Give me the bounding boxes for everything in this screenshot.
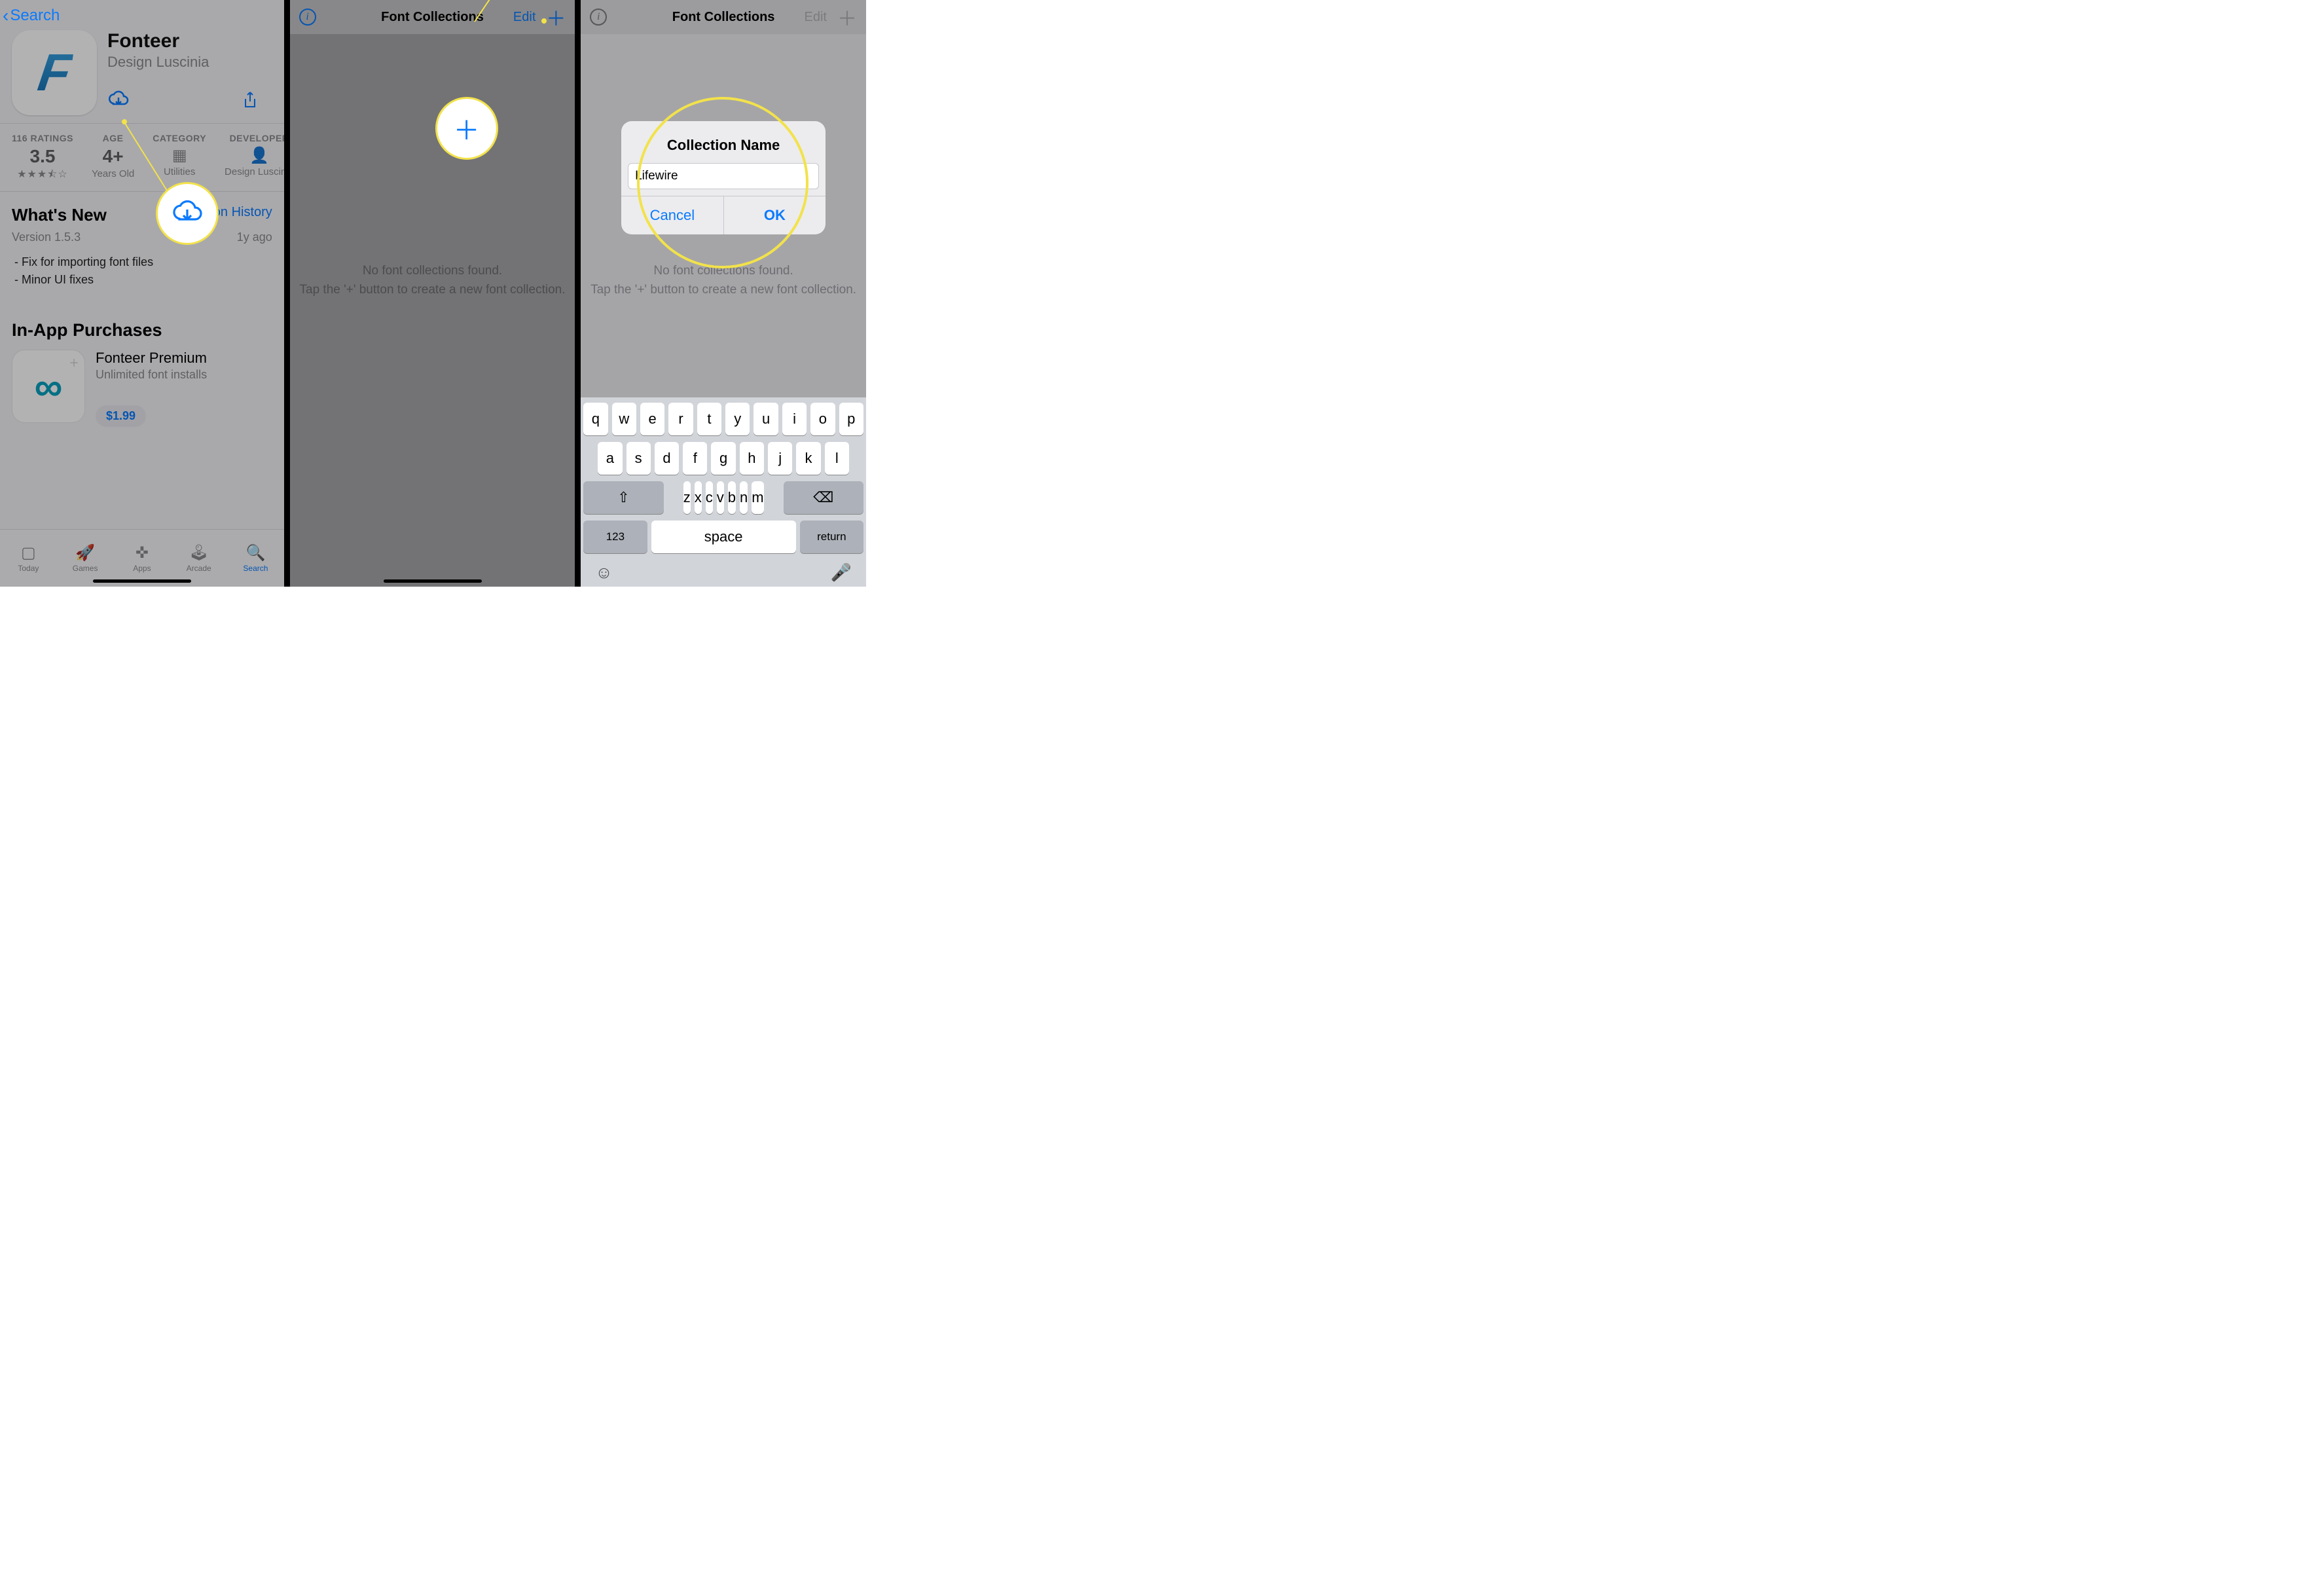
iap-name: Fonteer Premium <box>96 350 207 367</box>
backspace-key[interactable]: ⌫ <box>784 481 863 514</box>
plus-badge-icon: ＋ <box>69 354 79 370</box>
key-k[interactable]: k <box>796 442 820 475</box>
search-icon: 🔍 <box>246 543 266 562</box>
key-d[interactable]: d <box>655 442 679 475</box>
numbers-key[interactable]: 123 <box>583 521 647 553</box>
home-indicator[interactable] <box>384 579 482 583</box>
key-g[interactable]: g <box>711 442 735 475</box>
infinity-icon: ∞ <box>35 364 63 409</box>
apps-icon: ✜ <box>136 543 149 562</box>
arcade-icon: 🕹 <box>189 543 208 562</box>
key-q[interactable]: q <box>583 403 608 435</box>
appstore-screen: ‹ Search F Fonteer Design Luscinia <box>0 0 284 587</box>
tab-bar: ▢Today 🚀Games ✜Apps 🕹Arcade 🔍Search <box>0 529 284 587</box>
key-y[interactable]: y <box>725 403 750 435</box>
empty-state: No font collections found. Tap the '+' b… <box>290 262 575 299</box>
collection-name-alert: Collection Name Cancel OK <box>621 121 826 234</box>
cancel-button[interactable]: Cancel <box>621 196 723 234</box>
category-icon: ▦ <box>172 146 187 165</box>
version-label: Version 1.5.3 <box>12 230 81 244</box>
key-x[interactable]: x <box>695 481 702 514</box>
callout-add: ＋ <box>435 97 498 160</box>
iap-desc: Unlimited font installs <box>96 368 207 382</box>
alert-title: Collection Name <box>621 121 826 163</box>
font-collections-empty: i Font Collections Edit ＋ No font collec… <box>290 0 575 587</box>
share-icon[interactable] <box>242 91 258 109</box>
app-metrics: 116 RATINGS 3.5 ★★★⯪☆ AGE 4+ Years Old C… <box>0 123 284 192</box>
download-cloud-icon[interactable] <box>107 89 130 111</box>
key-v[interactable]: v <box>717 481 724 514</box>
release-notes: - Fix for importing font files - Minor U… <box>0 249 284 301</box>
key-n[interactable]: n <box>740 481 748 514</box>
today-icon: ▢ <box>21 543 36 562</box>
app-name: Fonteer <box>107 30 272 52</box>
screen-title: Font Collections <box>290 10 575 25</box>
tab-games[interactable]: 🚀Games <box>57 530 114 587</box>
key-e[interactable]: e <box>640 403 664 435</box>
emoji-key[interactable]: ☺ <box>595 562 613 583</box>
tab-search[interactable]: 🔍Search <box>227 530 284 587</box>
iap-icon: ＋ ∞ <box>12 350 85 423</box>
key-u[interactable]: u <box>753 403 778 435</box>
ok-button[interactable]: OK <box>723 196 826 234</box>
key-j[interactable]: j <box>768 442 792 475</box>
key-c[interactable]: c <box>706 481 713 514</box>
screen-title: Font Collections <box>581 10 866 25</box>
callout-download <box>156 182 219 245</box>
key-f[interactable]: f <box>683 442 707 475</box>
key-b[interactable]: b <box>728 481 736 514</box>
chevron-left-icon: ‹ <box>3 7 9 25</box>
key-i[interactable]: i <box>782 403 807 435</box>
iap-price-button[interactable]: $1.99 <box>96 405 146 427</box>
back-to-search[interactable]: ‹ Search <box>0 0 284 30</box>
back-label: Search <box>10 7 60 25</box>
key-h[interactable]: h <box>740 442 764 475</box>
empty-state: No font collections found. Tap the '+' b… <box>581 262 866 299</box>
key-s[interactable]: s <box>626 442 651 475</box>
key-t[interactable]: t <box>697 403 721 435</box>
app-icon: F <box>12 30 97 115</box>
app-developer[interactable]: Design Luscinia <box>107 54 272 71</box>
dictation-key[interactable]: 🎤 <box>831 562 852 583</box>
home-indicator[interactable] <box>93 579 191 583</box>
games-icon: 🚀 <box>75 543 95 562</box>
tab-apps[interactable]: ✜Apps <box>114 530 171 587</box>
key-w[interactable]: w <box>612 403 636 435</box>
space-key[interactable]: space <box>651 521 796 553</box>
collection-name-input[interactable] <box>628 163 819 189</box>
tab-today[interactable]: ▢Today <box>0 530 57 587</box>
key-p[interactable]: p <box>839 403 863 435</box>
key-a[interactable]: a <box>598 442 622 475</box>
key-z[interactable]: z <box>683 481 691 514</box>
keyboard[interactable]: qwertyuiop asdfghjkl ⇧ zxcvbnm ⌫ 123 spa… <box>581 397 866 587</box>
shift-key[interactable]: ⇧ <box>583 481 663 514</box>
key-o[interactable]: o <box>810 403 835 435</box>
key-r[interactable]: r <box>668 403 693 435</box>
developer-icon: 👤 <box>249 146 269 165</box>
tab-arcade[interactable]: 🕹Arcade <box>170 530 227 587</box>
whats-new-title: What's New <box>12 205 107 225</box>
iap-section-title: In-App Purchases <box>12 320 272 340</box>
font-collections-naming: i Font Collections Edit ＋ No font collec… <box>581 0 866 587</box>
release-age: 1y ago <box>237 230 272 244</box>
key-l[interactable]: l <box>825 442 849 475</box>
key-m[interactable]: m <box>752 481 763 514</box>
return-key[interactable]: return <box>800 521 863 553</box>
star-rating-icon: ★★★⯪☆ <box>12 167 73 185</box>
